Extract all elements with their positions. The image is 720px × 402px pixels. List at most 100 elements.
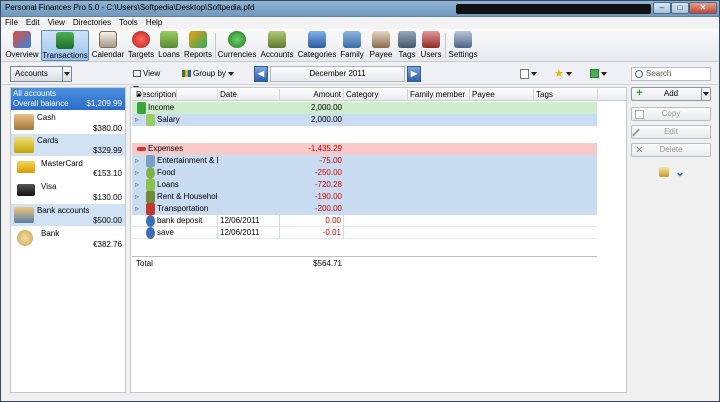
food-icon [146,167,155,179]
account-cards[interactable]: Cards $329.99 [11,134,125,156]
expand-icon: ▹ [135,204,140,213]
transaction-row[interactable]: bank deposit 12/06/2011 0.00 [132,215,597,227]
category-row-entertainment[interactable]: ▹ Entertainment & R -75.00 [132,155,597,167]
column-header-family-member[interactable]: Family member [408,89,470,101]
calendar-icon [99,31,117,48]
redacted-area [456,4,651,14]
column-header-amount[interactable]: Amount [280,89,344,101]
all-accounts-item[interactable]: All accounts Overall balance $1,209.99 [11,88,125,110]
account-visa[interactable]: Visa $130.00 [11,180,125,202]
column-header-tags[interactable]: Tags [534,89,598,101]
toolbar-tags[interactable]: Tags [397,30,417,61]
group-by-button[interactable]: Group by [181,66,239,82]
menu-bar: File Edit View Directories Tools Help [1,17,719,29]
copy-button[interactable]: Copy [631,107,711,121]
columns-button[interactable] [519,66,547,82]
categories-icon [308,31,326,48]
view-button[interactable]: View [132,66,168,90]
visa-icon [17,184,35,196]
entertainment-icon [146,155,155,167]
month-selector[interactable]: December 2011 [270,66,405,82]
next-month-button[interactable]: ▶ [407,66,421,82]
delete-button[interactable]: ✕ Delete [631,143,711,157]
maximize-button[interactable]: □ [671,2,689,14]
toolbar-payee[interactable]: Payee [367,30,395,61]
category-row-rent-household[interactable]: ▹ Rent & Household -190.00 [132,191,597,203]
previous-month-button[interactable]: ◀ [254,66,268,82]
menu-view[interactable]: View [44,17,69,29]
cash-icon [14,114,34,130]
menu-help[interactable]: Help [142,17,166,29]
menu-file[interactable]: File [1,17,22,29]
toolbar-transactions[interactable]: Transactions [41,30,89,61]
copy-icon [635,110,644,119]
toolbar-calendar[interactable]: Calendar [91,30,125,61]
column-header-description[interactable]: Description ▲ [132,89,218,101]
notes-icon[interactable] [659,167,669,177]
expand-icon: ▹ [135,168,140,177]
close-button[interactable]: ✕ [689,2,717,14]
expenses-icon [137,147,146,151]
search-icon [635,70,643,78]
category-row-food[interactable]: ▹ Food -250.00 [132,167,597,179]
menu-tools[interactable]: Tools [115,17,142,29]
toolbar-targets[interactable]: Targets [127,30,155,61]
toolbar-accounts[interactable]: Accounts [259,30,295,61]
column-header-category[interactable]: Category [344,89,408,101]
chevron-down-icon [228,71,235,76]
expand-icon: ▹ [135,192,140,201]
favorites-button[interactable]: ★ [553,66,583,82]
expand-more-icon[interactable]: ⌄ [675,165,685,179]
transfer-icon [146,227,155,239]
income-icon [137,102,146,114]
account-cash[interactable]: Cash $380.00 [11,111,125,134]
account-bank-accounts[interactable]: Bank accounts $500.00 [11,204,125,226]
toolbar-reports[interactable]: Reports [183,30,213,61]
add-button[interactable]: + Add [631,87,711,101]
reports-icon [189,31,207,48]
account-mastercard[interactable]: MasterCard €153.10 [11,157,125,179]
title-bar: Personal Finances Pro 5.0 - C:\Users\Sof… [1,1,719,17]
transaction-row[interactable]: save 12/06/2011 -0.01 [132,227,597,239]
payee-icon [372,31,390,48]
accounts-icon [268,31,286,48]
chevron-down-icon [62,67,71,81]
toolbar-settings[interactable]: Settings [447,30,479,61]
sort-asc-icon: ▲ [134,89,143,101]
accounts-sidebar: All accounts Overall balance $1,209.99 C… [10,87,126,393]
transfer-icon [146,215,155,227]
family-icon [343,31,361,48]
edit-button[interactable]: Edit [631,125,711,139]
category-row-salary[interactable]: ▹ Salary 2,000.00 [132,114,597,126]
toolbar-overview[interactable]: Overview [5,30,39,61]
sub-toolbar: Accounts View Group by ◀ December 2011 ▶… [1,63,719,90]
filter-button[interactable] [589,66,619,82]
expand-icon: ▹ [135,180,140,189]
column-header-date[interactable]: Date [218,89,280,101]
view-icon [133,70,141,78]
menu-edit[interactable]: Edit [22,17,44,29]
delete-icon: ✕ [635,145,644,156]
accounts-dropdown-button[interactable]: Accounts [10,66,72,82]
toolbar-separator [215,33,216,58]
toolbar-currencies[interactable]: Currencies [217,30,257,61]
window-title: Personal Finances Pro 5.0 - C:\Users\Sof… [5,3,255,12]
menu-directories[interactable]: Directories [69,17,115,29]
search-input[interactable]: Search [631,67,711,81]
toolbar-family[interactable]: Family [339,30,365,61]
loans-icon [146,179,155,191]
category-row-transportation[interactable]: ▹ Transportation -200.00 [132,203,597,215]
chevron-down-icon [531,71,538,76]
loans-icon [160,31,178,48]
toolbar-categories[interactable]: Categories [297,30,337,61]
chevron-down-icon [566,72,573,76]
toolbar-separator [445,33,446,58]
minimize-button[interactable]: – [653,2,671,14]
column-header-payee[interactable]: Payee [470,89,534,101]
group-row-income[interactable]: Income 2,000.00 [132,102,597,114]
toolbar-users[interactable]: Users [419,30,443,61]
category-row-loans[interactable]: ▹ Loans -720.28 [132,179,597,191]
group-row-expenses[interactable]: Expenses -1,435.29 [132,143,597,155]
toolbar-loans[interactable]: Loans [157,30,181,61]
account-bank[interactable]: Bank €382.76 [11,227,125,251]
